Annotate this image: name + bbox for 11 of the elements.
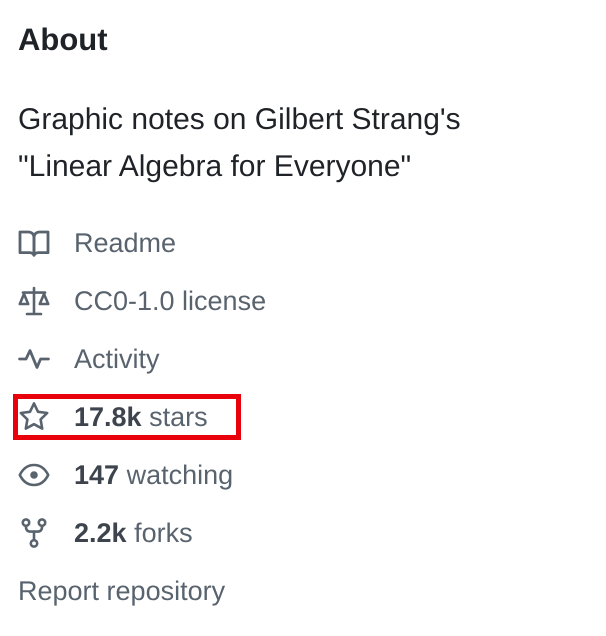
forks-link[interactable]: 2.2k forks: [18, 515, 193, 551]
section-heading: About: [18, 21, 109, 59]
report-repository-link[interactable]: Report repository: [18, 568, 226, 614]
scales-icon: [18, 285, 50, 317]
stars-link[interactable]: 17.8k stars: [18, 399, 208, 435]
activity-link[interactable]: Activity: [18, 341, 160, 377]
readme-link[interactable]: Readme: [18, 225, 176, 261]
repository-description: Graphic notes on Gilbert Strang's "Linear Algebra for Everyone": [18, 102, 462, 185]
license-link[interactable]: CC0-1.0 license: [18, 283, 266, 319]
star-icon: [18, 401, 50, 433]
watchers-link[interactable]: 147 watching: [18, 457, 234, 493]
